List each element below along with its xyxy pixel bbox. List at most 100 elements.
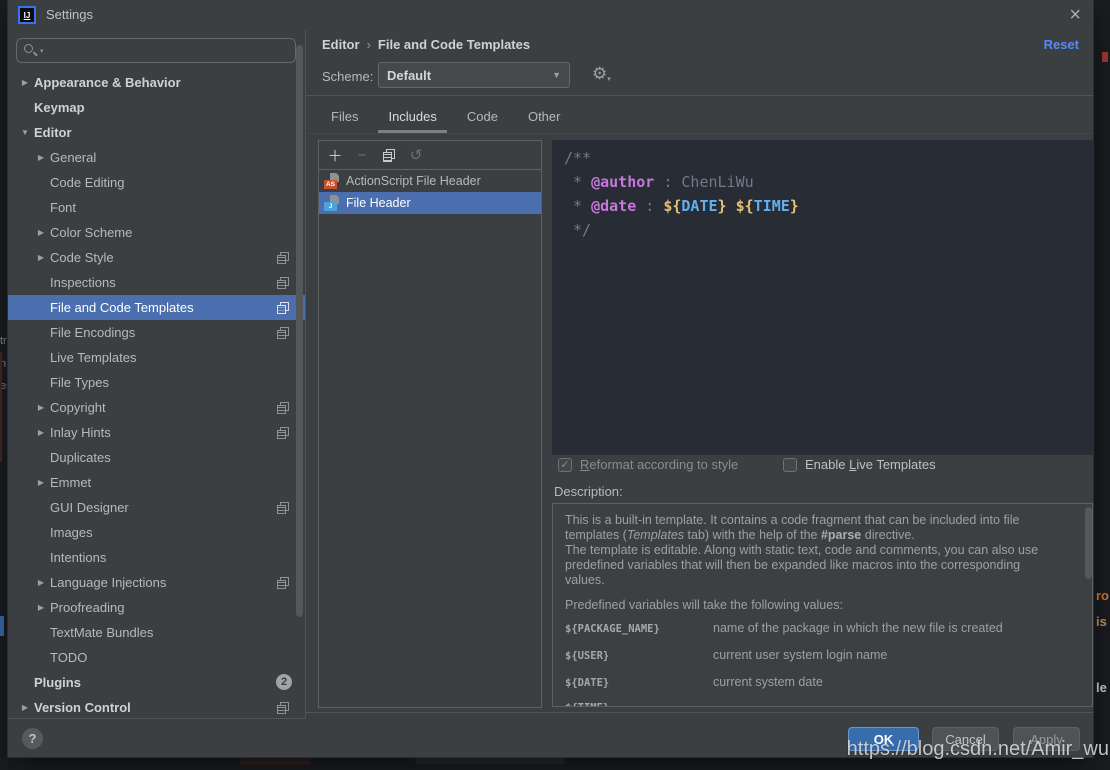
sidebar-item-general[interactable]: ▶General — [8, 145, 305, 170]
sidebar-item-label: Proofreading — [50, 600, 124, 615]
chevron-right-icon[interactable]: ▶ — [34, 578, 48, 587]
variable-description: current user system login name — [713, 648, 887, 662]
tabs-separator — [305, 133, 1093, 134]
sidebar-item-intentions[interactable]: Intentions — [8, 545, 305, 570]
sidebar-item-label: TextMate Bundles — [50, 625, 153, 640]
intellij-logo-icon: IJ — [18, 6, 36, 24]
scheme-select[interactable]: Default ▼ — [378, 62, 570, 88]
tab-includes[interactable]: Includes — [378, 100, 446, 133]
sidebar-item-proofreading[interactable]: ▶Proofreading — [8, 595, 305, 620]
variable-description: current system date — [713, 675, 823, 689]
sidebar-item-label: Duplicates — [50, 450, 111, 465]
checkbox-unchecked-icon — [783, 458, 797, 472]
variable-row: ${TIME} — [565, 702, 1070, 707]
chevron-right-icon[interactable]: ▶ — [34, 153, 48, 162]
template-list-toolbar: ＋ − ↺ — [319, 141, 541, 170]
sidebar-item-label: Font — [50, 200, 76, 215]
chevron-right-icon[interactable]: ▶ — [34, 253, 48, 262]
sidebar-item-color-scheme[interactable]: ▶Color Scheme — [8, 220, 305, 245]
tab-other[interactable]: Other — [518, 100, 571, 133]
close-icon[interactable]: × — [1069, 3, 1081, 27]
search-icon — [24, 44, 37, 57]
per-project-copy-icon — [277, 702, 289, 714]
chevron-right-icon[interactable]: ▶ — [18, 703, 32, 712]
sidebar-item-copyright[interactable]: ▶Copyright — [8, 395, 305, 420]
sidebar-item-inlay-hints[interactable]: ▶Inlay Hints — [8, 420, 305, 445]
background-text-fragment: ro — [1096, 588, 1109, 603]
chevron-right-icon[interactable]: ▶ — [34, 428, 48, 437]
sidebar-item-code-style[interactable]: ▶Code Style — [8, 245, 305, 270]
file-type-badge: AS — [324, 180, 337, 189]
template-editor[interactable]: /** * @author : ChenLiWu * @date : ${DAT… — [552, 140, 1093, 455]
tab-code[interactable]: Code — [457, 100, 508, 133]
sidebar-item-duplicates[interactable]: Duplicates — [8, 445, 305, 470]
variable-description: name of the package in which the new fil… — [713, 621, 1003, 635]
remove-icon[interactable]: − — [354, 147, 370, 163]
sidebar-item-file-and-code-templates[interactable]: File and Code Templates — [8, 295, 305, 320]
chevron-down-icon: ▼ — [552, 70, 561, 80]
sidebar-item-label: Language Injections — [50, 575, 166, 590]
variable-name: ${USER} — [565, 650, 713, 662]
enable-live-templates-checkbox[interactable]: Enable Live Templates — [783, 457, 936, 472]
sidebar-item-todo[interactable]: TODO — [8, 645, 305, 670]
add-icon[interactable]: ＋ — [327, 147, 343, 163]
per-project-copy-icon — [277, 502, 289, 514]
sidebar-item-label: Editor — [34, 125, 72, 140]
sidebar-item-label: Copyright — [50, 400, 106, 415]
code-line: * @author : ChenLiWu — [564, 170, 1093, 194]
sidebar-item-font[interactable]: Font — [8, 195, 305, 220]
sidebar-item-inspections[interactable]: Inspections — [8, 270, 305, 295]
chevron-right-icon[interactable]: ▶ — [34, 228, 48, 237]
revert-icon[interactable]: ↺ — [408, 147, 424, 163]
sidebar-item-label: Keymap — [34, 100, 85, 115]
per-project-copy-icon — [277, 302, 289, 314]
sidebar-item-label: Inspections — [50, 275, 116, 290]
chevron-down-icon[interactable]: ▼ — [18, 128, 32, 137]
search-input[interactable] — [44, 43, 295, 59]
file-type-badge: J — [324, 202, 337, 211]
description-line: templates (Templates tab) with the help … — [565, 528, 1070, 543]
background-text-fragment: tr — [0, 335, 8, 347]
chevron-right-icon[interactable]: ▶ — [34, 603, 48, 612]
reformat-checkbox[interactable]: ✓ Reformat according to style — [558, 457, 738, 472]
copy-icon[interactable] — [381, 147, 397, 163]
sidebar-item-label: Code Style — [50, 250, 114, 265]
chevron-right-icon[interactable]: ▶ — [34, 403, 48, 412]
settings-sidebar: ▾ ▶Appearance & BehaviorKeymap▼Editor▶Ge… — [8, 30, 305, 718]
template-item-file-header[interactable]: JFile Header — [319, 192, 541, 214]
help-button[interactable]: ? — [22, 728, 43, 749]
per-project-copy-icon — [277, 402, 289, 414]
sidebar-item-plugins[interactable]: Plugins2 — [8, 670, 305, 695]
description-scrollbar-thumb[interactable] — [1085, 507, 1092, 579]
chevron-right-icon[interactable]: ▶ — [34, 478, 48, 487]
sidebar-item-file-types[interactable]: File Types — [8, 370, 305, 395]
sidebar-item-live-templates[interactable]: Live Templates — [8, 345, 305, 370]
settings-search-box[interactable]: ▾ — [16, 38, 296, 63]
reset-link[interactable]: Reset — [1044, 37, 1079, 52]
sidebar-item-file-encodings[interactable]: File Encodings — [8, 320, 305, 345]
template-tabs: Files Includes Code Other — [321, 100, 570, 133]
breadcrumb-editor[interactable]: Editor — [322, 37, 360, 52]
window-title: Settings — [46, 7, 93, 22]
template-list-panel: ＋ − ↺ ASActionScript File HeaderJFile He… — [318, 140, 542, 708]
tab-files[interactable]: Files — [321, 100, 368, 133]
scheme-gear-icon[interactable]: ⚙▾ — [592, 64, 611, 90]
sidebar-scrollbar-thumb[interactable] — [296, 45, 303, 617]
sidebar-item-language-injections[interactable]: ▶Language Injections — [8, 570, 305, 595]
sidebar-item-version-control[interactable]: ▶Version Control — [8, 695, 305, 718]
sidebar-item-emmet[interactable]: ▶Emmet — [8, 470, 305, 495]
button-bar-separator — [305, 712, 1093, 713]
title-bar[interactable]: IJ Settings × — [8, 0, 1093, 30]
chevron-right-icon[interactable]: ▶ — [18, 78, 32, 87]
background-color-fragment — [1102, 52, 1108, 62]
sidebar-item-appearance-behavior[interactable]: ▶Appearance & Behavior — [8, 70, 305, 95]
sidebar-item-code-editing[interactable]: Code Editing — [8, 170, 305, 195]
sidebar-item-editor[interactable]: ▼Editor — [8, 120, 305, 145]
template-list: ASActionScript File HeaderJFile Header — [319, 170, 541, 214]
sidebar-item-keymap[interactable]: Keymap — [8, 95, 305, 120]
sidebar-item-textmate-bundles[interactable]: TextMate Bundles — [8, 620, 305, 645]
sidebar-item-gui-designer[interactable]: GUI Designer — [8, 495, 305, 520]
sidebar-item-images[interactable]: Images — [8, 520, 305, 545]
template-item-actionscript-file-header[interactable]: ASActionScript File Header — [319, 170, 541, 192]
per-project-copy-icon — [277, 327, 289, 339]
